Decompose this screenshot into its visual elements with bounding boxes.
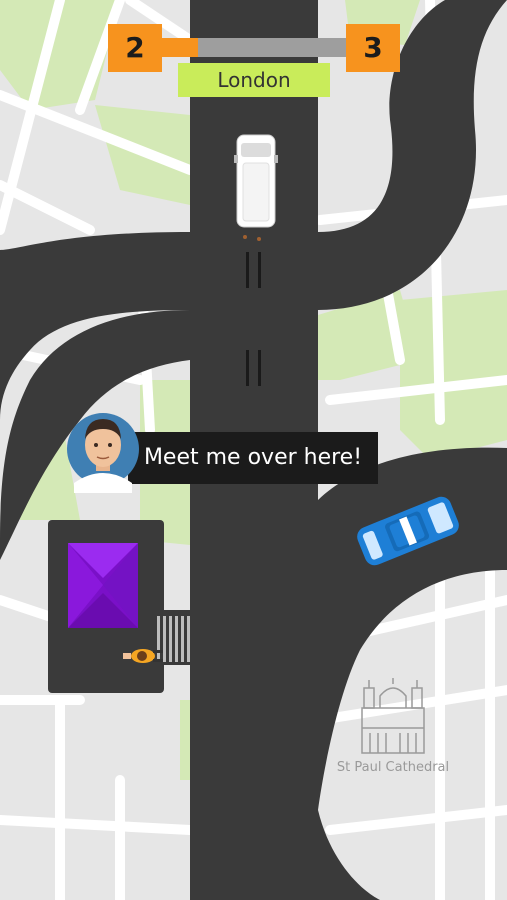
level-progress-bar xyxy=(160,38,348,57)
game-screen[interactable]: 2 3 London Meet me over here! St Paul Ca… xyxy=(0,0,507,900)
passenger-speech-bubble: Meet me over here! xyxy=(128,432,378,484)
current-level-badge: 2 xyxy=(108,24,162,72)
level-progress-fill xyxy=(160,38,198,57)
city-name-label: London xyxy=(178,63,330,97)
landmark-label: St Paul Cathedral xyxy=(336,760,450,775)
next-level-badge: 3 xyxy=(346,24,400,72)
player-van xyxy=(234,134,278,241)
pickup-building xyxy=(68,543,138,628)
passenger-avatar[interactable] xyxy=(66,405,141,493)
